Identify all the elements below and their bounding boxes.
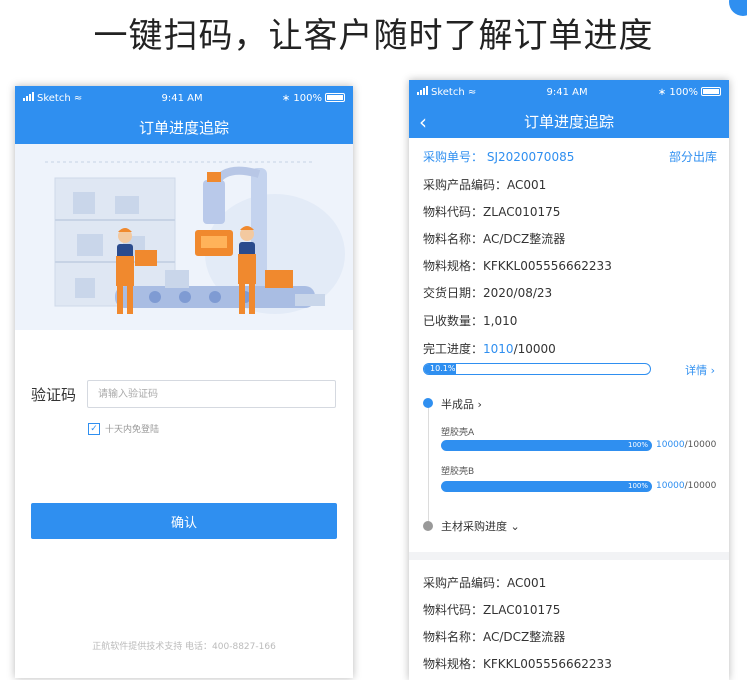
verification-form: 验证码 (31, 380, 336, 408)
product-code-row: 采购产品编码：AC001 (423, 176, 546, 193)
material-name-label: 物料名称： (423, 232, 484, 246)
completion-row: 完工进度：1010/10000 (423, 340, 556, 357)
item-b-label: 塑胶壳B (441, 467, 475, 477)
battery-icon (700, 87, 721, 96)
status-bar: Sketch ≈ 9:41 AM ∗ 100% (409, 80, 729, 104)
remember-checkbox[interactable]: ✓ (88, 422, 100, 435)
second-product-code-value: AC001 (507, 576, 547, 590)
nav-bar: ‹ 订单进度追踪 (409, 104, 729, 138)
remember-login[interactable]: ✓ 十天内免登陆 (88, 422, 159, 435)
second-product-code-label: 采购产品编码： (423, 576, 508, 590)
second-material-name-row: 物料名称：AC/DCZ整流器 (423, 628, 565, 645)
material-name-value: AC/DCZ整流器 (483, 232, 566, 246)
battery-label: 100% (293, 92, 322, 104)
battery-info: ∗ 100% (658, 87, 721, 98)
item-b-total: /10000 (684, 481, 717, 491)
main-material-toggle[interactable]: 主材采购进度 ⌄ (441, 518, 520, 534)
item-a-done: 10000 (656, 440, 685, 450)
delivery-value: 2020/08/23 (483, 286, 553, 300)
item-b-done: 10000 (656, 481, 685, 491)
order-number-label: 采购单号： (423, 150, 484, 164)
second-spec-label: 物料规格： (423, 657, 484, 671)
received-label: 已收数量： (423, 314, 484, 328)
status-time: 9:41 AM (161, 92, 203, 104)
details-link[interactable]: 详情 › (685, 362, 715, 378)
factory-illustration (15, 144, 353, 330)
order-number-row: 采购单号： SJ2020070085 (423, 148, 574, 165)
factory-illustration-svg (45, 161, 345, 314)
product-code-value: AC001 (507, 178, 547, 192)
carrier-label: Sketch (37, 93, 71, 104)
battery-icon (324, 93, 345, 102)
completion-done: 1010 (483, 342, 514, 356)
completion-label: 完工进度： (423, 342, 484, 356)
item-a-count: 10000/10000 (656, 440, 716, 450)
remember-label: 十天内免登陆 (105, 425, 160, 435)
support-footer: 正航软件提供技术支持 电话：400-8827-166 (92, 642, 276, 652)
delivery-label: 交货日期： (423, 286, 484, 300)
received-qty-row: 已收数量：1,010 (423, 312, 517, 329)
received-value: 1,010 (483, 314, 518, 328)
material-code-label: 物料代码： (423, 205, 484, 219)
material-code-row: 物料代码：ZLAC010175 (423, 203, 560, 220)
second-material-name-value: AC/DCZ整流器 (483, 630, 566, 644)
confirm-button[interactable]: 确认 (31, 503, 337, 539)
signal-icon (417, 86, 428, 95)
verification-label: 验证码 (31, 385, 77, 404)
item-b-progress-bar: 100% (441, 481, 652, 492)
second-spec-value: KFKKL005556662233 (483, 657, 612, 671)
spec-label: 物料规格： (423, 259, 484, 273)
item-a-total: /10000 (684, 440, 717, 450)
completion-total: /10000 (513, 342, 556, 356)
item-b-count: 10000/10000 (656, 481, 716, 491)
signal-icon (23, 92, 34, 101)
spec-row: 物料规格：KFKKL005556662233 (423, 257, 612, 274)
page-headline: 一键扫码，让客户随时了解订单进度 (93, 16, 654, 56)
carrier-info: Sketch ≈ (23, 92, 82, 104)
nav-title: 订单进度追踪 (523, 112, 614, 131)
check-circle-icon (423, 398, 433, 408)
order-tracking-screen: Sketch ≈ 9:41 AM ∗ 100% ‹ 订单进度追踪 采购单号： S… (409, 80, 729, 680)
second-spec-row: 物料规格：KFKKL005556662233 (423, 655, 612, 672)
back-arrow-icon[interactable]: ‹ (419, 110, 427, 134)
status-bar: Sketch ≈ 9:41 AM ∗ 100% (15, 86, 353, 110)
carrier-label: Sketch (431, 87, 465, 98)
second-material-code-value: ZLAC010175 (483, 603, 561, 617)
item-a-progress-bar: 100% (441, 440, 652, 451)
wifi-icon: ≈ (73, 93, 83, 104)
second-material-code-row: 物料代码：ZLAC010175 (423, 601, 560, 618)
order-status-badge: 部分出库 (668, 150, 717, 164)
second-material-code-label: 物料代码： (423, 603, 484, 617)
verification-code-input[interactable] (87, 380, 336, 408)
completion-progress-bar: 10.1% (423, 363, 651, 375)
nav-title: 订单进度追踪 (138, 118, 229, 137)
battery-info: ∗ 100% (282, 93, 345, 104)
delivery-date-row: 交货日期：2020/08/23 (423, 284, 552, 301)
item-a-label: 塑胶壳A (441, 428, 475, 438)
battery-label: 100% (669, 86, 698, 98)
status-time: 9:41 AM (546, 86, 588, 98)
second-product-code-row: 采购产品编码：AC001 (423, 574, 546, 591)
login-phone-screen: Sketch ≈ 9:41 AM ∗ 100% 订单进度追踪 验证码 请输入验证… (15, 86, 353, 678)
wifi-icon: ≈ (467, 87, 477, 98)
material-name-row: 物料名称：AC/DCZ整流器 (423, 230, 565, 247)
pending-dot-icon (423, 521, 433, 531)
carrier-info: Sketch ≈ (417, 86, 476, 98)
second-material-name-label: 物料名称： (423, 630, 484, 644)
section-divider (409, 552, 729, 560)
material-code-value: ZLAC010175 (483, 205, 561, 219)
product-code-label: 采购产品编码： (423, 178, 508, 192)
nav-bar: 订单进度追踪 (15, 110, 353, 144)
completion-progress-fill: 10.1% (424, 364, 456, 374)
order-number-value[interactable]: SJ2020070085 (487, 150, 575, 164)
spec-value: KFKKL005556662233 (483, 259, 612, 273)
progress-timeline-line (428, 405, 429, 525)
semi-finished-toggle[interactable]: 半成品 › (441, 396, 482, 412)
